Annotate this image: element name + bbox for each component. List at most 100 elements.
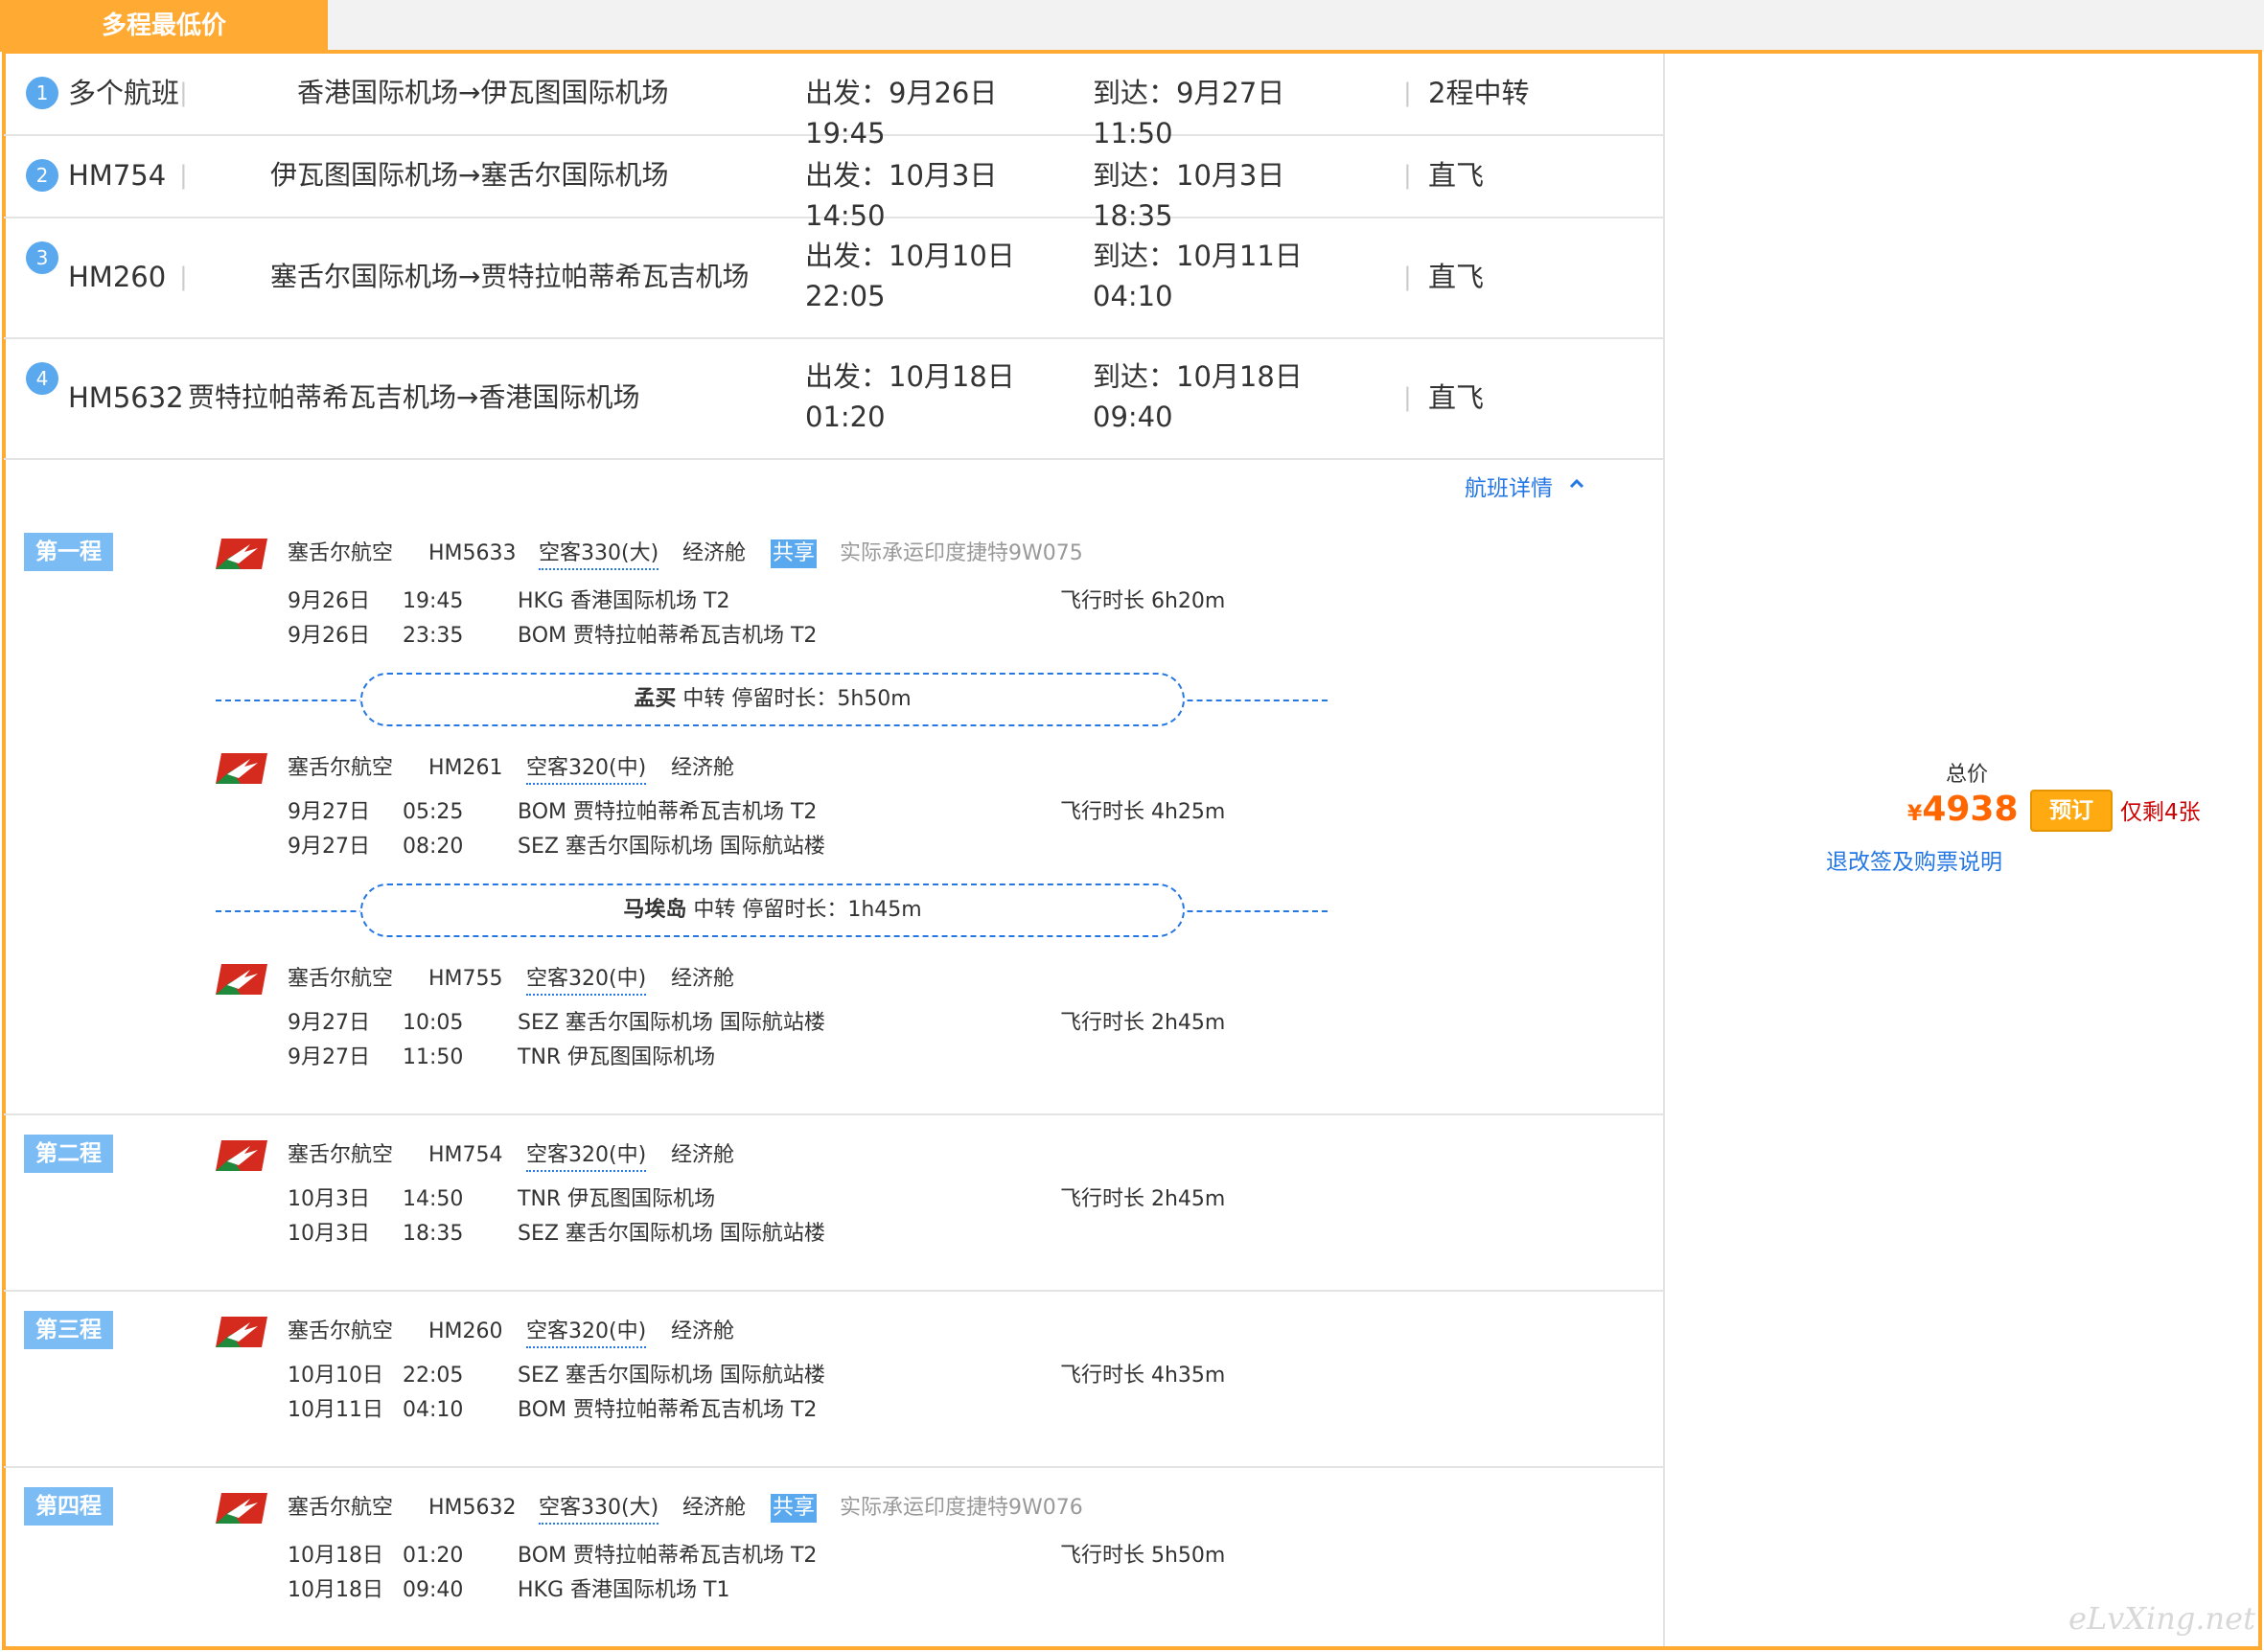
flight-number: HM5632 (68, 381, 184, 414)
operating-carrier: 实际承运印度捷特9W076 (840, 1496, 1083, 1520)
flight-duration: 飞行时长 2h45m (1060, 1011, 1226, 1035)
flight-number: HM261 (428, 756, 503, 780)
leg-badge-4: 第四程 (24, 1487, 113, 1526)
summary-row-4[interactable]: 4 HM5632 贾特拉帕蒂希瓦吉机场→香港国际机场 出发：10月18日 01:… (4, 339, 1665, 460)
currency-symbol: ¥ (1907, 802, 1923, 826)
flight-details-toggle[interactable]: 航班详情 (1465, 470, 1553, 502)
arrival-date: 9月27日 (288, 835, 370, 859)
leg-divider (4, 1113, 1665, 1115)
chevron-up-icon[interactable] (1568, 475, 1585, 493)
leg-divider (4, 1466, 1665, 1468)
departure-date: 10月3日 (288, 1187, 370, 1211)
arrival-time: 到达：10月11日 04:10 (1093, 240, 1303, 312)
airline-logo-icon (216, 1493, 267, 1524)
route: 伊瓦图国际机场→塞舌尔国际机场 (270, 159, 669, 191)
departure-date: 10月10日 (288, 1364, 383, 1388)
arrival-date: 10月11日 (288, 1398, 383, 1422)
flight-type: 直飞 (1428, 381, 1485, 414)
departure-date: 9月27日 (288, 1011, 370, 1035)
departure-time: 05:25 (403, 800, 464, 824)
flight-number: 多个航班 (68, 77, 180, 109)
arrival-airport: SEZ 塞舌尔国际机场 国际航站楼 (518, 835, 825, 859)
flight-number: HM755 (428, 967, 503, 991)
leg-badge-3: 第三程 (24, 1311, 113, 1349)
book-button[interactable]: 预订 (2030, 790, 2113, 832)
airline-logo-icon (216, 539, 267, 569)
route: 塞舌尔国际机场→贾特拉帕蒂希瓦吉机场 (270, 261, 750, 292)
summary-row-1[interactable]: 1 多个航班 | 香港国际机场→伊瓦图国际机场 出发：9月26日 19:45 到… (4, 54, 1665, 149)
separator: | (179, 79, 188, 107)
cabin-class: 经济舱 (671, 1319, 735, 1343)
cabin-class: 经济舱 (671, 967, 735, 991)
departure-date: 9月26日 (288, 589, 370, 613)
total-price-label: 总价 (1946, 763, 1989, 787)
codeshare-badge: 共享 (771, 539, 818, 568)
refund-change-rules-link[interactable]: 退改签及购票说明 (1826, 843, 2002, 876)
leg-number-badge: 4 (26, 362, 58, 395)
departure-airport: TNR 伊瓦图国际机场 (518, 1187, 716, 1211)
route: 贾特拉帕蒂希瓦吉机场→香港国际机场 (188, 381, 640, 413)
cabin-class: 经济舱 (682, 541, 747, 565)
aircraft-type[interactable]: 空客330(大) (539, 1494, 659, 1525)
summary-row-2[interactable]: 2 HM754 | 伊瓦图国际机场→塞舌尔国际机场 出发：10月3日 14:50… (4, 136, 1665, 232)
airline-name: 塞舌尔航空 (288, 541, 394, 565)
aircraft-type[interactable]: 空客320(中) (526, 965, 647, 996)
tab-multi-leg-lowest-price[interactable]: 多程最低价 (0, 0, 328, 52)
arrival-airport: BOM 贾特拉帕蒂希瓦吉机场 T2 (518, 1398, 818, 1422)
airline-name: 塞舌尔航空 (288, 1319, 394, 1343)
transfer-city: 孟买 (634, 687, 677, 711)
separator: | (1403, 161, 1412, 190)
departure-airport: SEZ 塞舌尔国际机场 国际航站楼 (518, 1364, 825, 1388)
airline-name: 塞舌尔航空 (288, 1143, 394, 1167)
arrival-time: 到达：10月18日 09:40 (1093, 360, 1303, 433)
departure-time: 出发：10月18日 01:20 (805, 360, 1015, 433)
summary-row-3[interactable]: 3 HM260 | 塞舌尔国际机场→贾特拉帕蒂希瓦吉机场 出发：10月10日 2… (4, 218, 1665, 339)
arrival-time: 08:20 (403, 835, 464, 859)
transfer-layover: 中转 停留时长：5h50m (682, 687, 912, 711)
flight-type: 直飞 (1428, 261, 1485, 293)
cabin-class: 经济舱 (671, 756, 735, 780)
separator: | (1403, 383, 1412, 412)
arrival-time: 04:10 (403, 1398, 464, 1422)
aircraft-type[interactable]: 空客320(中) (526, 754, 647, 785)
codeshare-badge: 共享 (771, 1494, 818, 1523)
arrival-time: 11:50 (403, 1045, 464, 1069)
flight-number: HM754 (68, 159, 167, 192)
airline-logo-icon (216, 753, 267, 784)
flight-number: HM5633 (428, 541, 517, 565)
arrival-time: 18:35 (403, 1222, 464, 1246)
departure-time: 14:50 (403, 1187, 464, 1211)
operating-carrier: 实际承运印度捷特9W075 (840, 541, 1083, 565)
airline-logo-icon (216, 1140, 267, 1171)
transfer-info: 马埃岛 中转 停留时长：1h45m (360, 883, 1185, 937)
flight-duration: 飞行时长 4h35m (1060, 1364, 1226, 1388)
flight-number: HM754 (428, 1143, 503, 1167)
separator: | (179, 263, 188, 291)
airline-name: 塞舌尔航空 (288, 756, 394, 780)
departure-time: 10:05 (403, 1011, 464, 1035)
departure-airport: BOM 贾特拉帕蒂希瓦吉机场 T2 (518, 800, 818, 824)
transfer-info: 孟买 中转 停留时长：5h50m (360, 673, 1185, 726)
top-bar (0, 0, 2264, 52)
arrival-date: 9月26日 (288, 624, 370, 648)
arrival-airport: HKG 香港国际机场 T1 (518, 1578, 730, 1602)
leg-badge-2: 第二程 (24, 1135, 113, 1173)
cabin-class: 经济舱 (682, 1496, 747, 1520)
leg-number-badge: 2 (26, 159, 58, 192)
arrival-time: 09:40 (403, 1578, 464, 1602)
multi-leg-lowest-price-panel: 多程最低价 1 多个航班 | 香港国际机场→伊瓦图国际机场 出发：9月26日 1… (0, 0, 2264, 1652)
leg-number-badge: 1 (26, 77, 58, 109)
aircraft-type[interactable]: 空客320(中) (526, 1141, 647, 1172)
separator: | (179, 161, 188, 190)
price-amount: 4938 (1922, 790, 2019, 829)
arrival-date: 9月27日 (288, 1045, 370, 1069)
arrival-airport: SEZ 塞舌尔国际机场 国际航站楼 (518, 1222, 825, 1246)
leg-badge-1: 第一程 (24, 533, 113, 571)
arrival-date: 10月18日 (288, 1578, 383, 1602)
aircraft-type[interactable]: 空客330(大) (539, 539, 659, 570)
aircraft-type[interactable]: 空客320(中) (526, 1318, 647, 1348)
airline-name: 塞舌尔航空 (288, 1496, 394, 1520)
flight-type: 直飞 (1428, 159, 1485, 192)
departure-time: 22:05 (403, 1364, 464, 1388)
arrival-airport: TNR 伊瓦图国际机场 (518, 1045, 716, 1069)
